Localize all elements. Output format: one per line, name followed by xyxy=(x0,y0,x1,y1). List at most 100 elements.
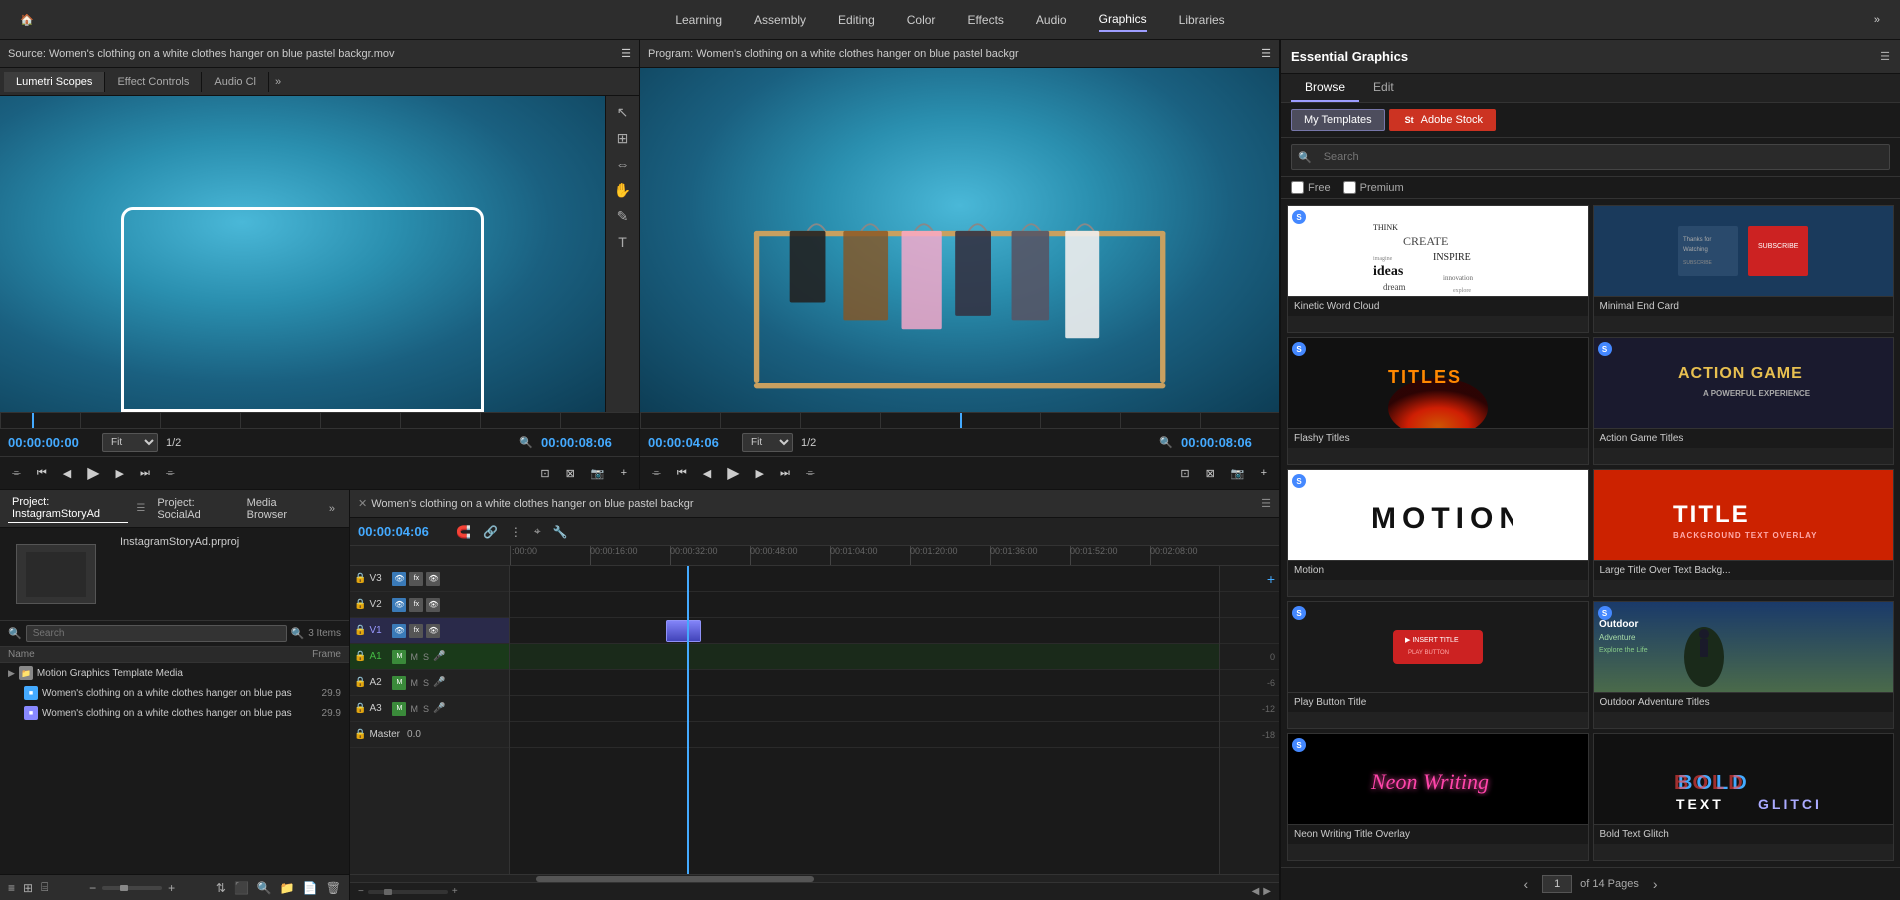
source-fraction-btn[interactable]: 1/2 xyxy=(162,435,185,451)
auto-match-btn[interactable]: ⬛ xyxy=(232,879,251,897)
track-mic-a2[interactable]: 🎤 xyxy=(433,677,445,688)
source-tabs-more-icon[interactable]: » xyxy=(269,72,287,92)
new-bin-btn[interactable]: 📁 xyxy=(278,879,297,897)
timeline-tool1-btn[interactable]: ⋮ xyxy=(506,523,526,541)
list-view-btn[interactable]: ≡ xyxy=(6,879,17,897)
template-minimal-end-card[interactable]: Thanks for Watching SUBSCRIBE SUBSCRIBE … xyxy=(1593,205,1895,333)
template-motion[interactable]: S MOTION Motion xyxy=(1287,469,1589,597)
markers-tool-btn[interactable]: ✎ xyxy=(609,204,637,228)
track-row-v2[interactable] xyxy=(510,592,1219,618)
source-play-btn[interactable]: ▶ xyxy=(83,461,103,485)
track-m-a3[interactable]: M xyxy=(409,704,419,714)
track-row-a3[interactable] xyxy=(510,696,1219,722)
timeline-zoom-out-btn[interactable]: − xyxy=(358,886,364,897)
list-item[interactable]: ■ Women's clothing on a white clothes ha… xyxy=(0,703,349,723)
grid-view-btn[interactable]: ⊞ xyxy=(21,879,35,897)
eg-header-menu-icon[interactable]: ☰ xyxy=(1880,50,1890,63)
lock-a1-icon[interactable]: 🔒 xyxy=(354,651,366,662)
lock-master-icon[interactable]: 🔒 xyxy=(354,729,366,740)
template-play-button[interactable]: S ▶ INSERT TITLE PLAY BUTTON Play Button… xyxy=(1287,601,1589,729)
nav-effects[interactable]: Effects xyxy=(967,9,1003,31)
track-s-a1[interactable]: S xyxy=(422,652,430,662)
project-find-icon[interactable]: 🔍 xyxy=(291,627,305,640)
program-timecode-left[interactable]: 00:00:04:06 xyxy=(648,435,738,450)
timeline-close-icon[interactable]: ✕ xyxy=(358,497,367,510)
track-solo-v3[interactable]: fx xyxy=(409,572,423,586)
source-overwrite-btn[interactable]: ⊠ xyxy=(562,465,579,482)
program-step-back-btn[interactable]: ⏮ xyxy=(673,465,691,482)
program-add-btn[interactable]: + xyxy=(1257,465,1271,481)
select-tool-btn[interactable]: ↖ xyxy=(609,100,637,124)
track-toggle-v2[interactable]: 👁 xyxy=(392,598,406,612)
track-row-v1[interactable] xyxy=(510,618,1219,644)
template-outdoor[interactable]: S xyxy=(1593,601,1895,729)
adobe-stock-btn[interactable]: St Adobe Stock xyxy=(1389,109,1496,131)
nav-editing[interactable]: Editing xyxy=(838,9,875,31)
track-row-a2[interactable] xyxy=(510,670,1219,696)
filter-free[interactable]: Free xyxy=(1291,181,1331,194)
track-solo-v2[interactable]: fx xyxy=(409,598,423,612)
nav-more-icon[interactable]: » xyxy=(1874,14,1880,26)
list-item[interactable]: ■ Women's clothing on a white clothes ha… xyxy=(0,683,349,703)
tab-effect-controls[interactable]: Effect Controls xyxy=(105,72,202,92)
source-step-back-btn[interactable]: ⏮ xyxy=(33,465,51,482)
freeform-view-btn[interactable]: ⌸ xyxy=(39,878,50,897)
track-s-a2[interactable]: S xyxy=(422,678,430,688)
nav-libraries[interactable]: Libraries xyxy=(1179,9,1225,31)
track-toggle-a1[interactable]: M xyxy=(392,650,406,664)
source-header-menu-icon[interactable]: ☰ xyxy=(621,47,631,60)
track-toggle-v1[interactable]: 👁 xyxy=(392,624,406,638)
my-templates-btn[interactable]: My Templates xyxy=(1291,109,1385,131)
add-track-btn[interactable]: + xyxy=(1267,571,1275,587)
source-prev-frame-btn[interactable]: ◀ xyxy=(59,465,75,482)
timeline-snap-btn[interactable]: 🧲 xyxy=(452,523,475,541)
delete-btn[interactable]: 🗑 xyxy=(324,879,343,897)
program-fraction-btn[interactable]: 1/2 xyxy=(797,435,820,451)
sort-btn[interactable]: ⇅ xyxy=(214,879,228,897)
col-name-header[interactable]: Name xyxy=(8,649,301,660)
lock-v1-icon[interactable]: 🔒 xyxy=(354,625,366,636)
source-mark-in-btn[interactable]: ⌯ xyxy=(8,465,25,482)
tab-lumetri-scopes[interactable]: Lumetri Scopes xyxy=(4,72,105,92)
template-flashy-titles[interactable]: S TITLES xyxy=(1287,337,1589,465)
source-camera-btn[interactable]: 📷 xyxy=(587,465,609,482)
program-camera-btn[interactable]: 📷 xyxy=(1227,465,1249,482)
track-toggle-a2[interactable]: M xyxy=(392,676,406,690)
template-large-title[interactable]: TITLE BACKGROUND TEXT OVERLAY Large Titl… xyxy=(1593,469,1895,597)
track-mic-a1[interactable]: 🎤 xyxy=(433,651,445,662)
nav-audio[interactable]: Audio xyxy=(1036,9,1067,31)
timeline-timecode[interactable]: 00:00:04:06 xyxy=(358,524,448,539)
source-next-frame-btn[interactable]: ▶ xyxy=(112,465,128,482)
nav-graphics[interactable]: Graphics xyxy=(1099,8,1147,32)
next-page-btn[interactable]: › xyxy=(1647,874,1664,894)
track-row-v3[interactable] xyxy=(510,566,1219,592)
program-next-frame-btn[interactable]: ▶ xyxy=(752,465,768,482)
eg-tab-browse[interactable]: Browse xyxy=(1291,74,1359,102)
program-extract-btn[interactable]: ⊠ xyxy=(1202,465,1219,482)
expand-icon[interactable]: ▶ xyxy=(8,668,15,679)
tab-project-instagram[interactable]: Project: InstagramStoryAd xyxy=(8,494,128,523)
track-solo-v1[interactable]: fx xyxy=(409,624,423,638)
new-item-btn[interactable]: 📄 xyxy=(301,879,320,897)
program-fit-dropdown[interactable]: Fit 25% 50% xyxy=(742,433,793,452)
tab-media-browser[interactable]: Media Browser xyxy=(243,495,315,523)
timeline-tool3-btn[interactable]: 🔧 xyxy=(549,523,572,541)
program-zoom-icon[interactable]: 🔍 xyxy=(1155,434,1177,451)
track-m-a2[interactable]: M xyxy=(409,678,419,688)
tab-audio-cl[interactable]: Audio Cl xyxy=(202,72,269,92)
track-eye-v3[interactable]: 👁 xyxy=(426,572,440,586)
grid-tool-btn[interactable]: ⊞ xyxy=(609,126,637,150)
lock-a2-icon[interactable]: 🔒 xyxy=(354,677,366,688)
source-add-btn[interactable]: + xyxy=(617,465,631,481)
lock-v2-icon[interactable]: 🔒 xyxy=(354,599,366,610)
hand-tool-btn[interactable]: ✋ xyxy=(609,178,637,202)
tab-project-social[interactable]: Project: SocialAd xyxy=(153,495,234,523)
nav-color[interactable]: Color xyxy=(907,9,936,31)
source-timecode-left[interactable]: 00:00:00:00 xyxy=(8,435,98,450)
eg-search-input[interactable] xyxy=(1316,147,1883,167)
nav-learning[interactable]: Learning xyxy=(675,9,722,31)
search-btn[interactable]: 🔍 xyxy=(255,879,274,897)
timeline-zoom-in-btn[interactable]: + xyxy=(452,886,458,897)
program-play-btn[interactable]: ▶ xyxy=(723,461,743,485)
project-tabs-more-icon[interactable]: » xyxy=(323,499,341,519)
